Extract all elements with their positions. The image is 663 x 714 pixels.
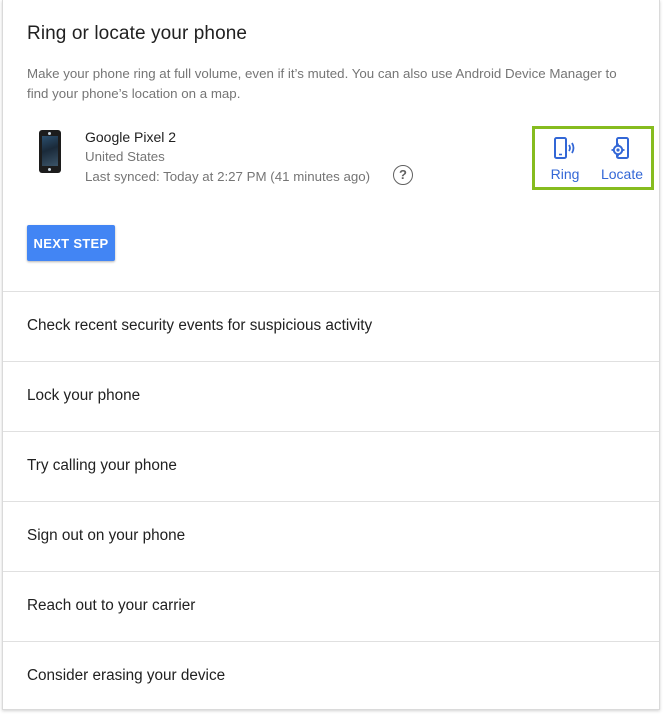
ring-label: Ring — [550, 166, 580, 182]
list-item-label: Reach out to your carrier — [27, 597, 196, 614]
list-item-label: Sign out on your phone — [27, 527, 186, 544]
locate-button[interactable]: Locate — [593, 129, 651, 187]
help-icon[interactable]: ? — [393, 165, 413, 185]
phone-ring-icon — [554, 137, 575, 159]
list-item-label: Lock your phone — [27, 387, 141, 404]
device-last-synced: Last synced: Today at 2:27 PM (41 minute… — [85, 169, 371, 184]
device-name: Google Pixel 2 — [85, 129, 177, 145]
list-item-carrier[interactable]: Reach out to your carrier — [3, 572, 659, 642]
list-item-lock-phone[interactable]: Lock your phone — [3, 362, 659, 432]
device-image — [39, 130, 61, 173]
list-item-call-phone[interactable]: Try calling your phone — [3, 432, 659, 502]
list-item-security-events[interactable]: Check recent security events for suspici… — [3, 292, 659, 362]
ring-locate-section: Ring or locate your phone Make your phon… — [3, 0, 659, 292]
section-title: Ring or locate your phone — [27, 23, 248, 44]
phone-locate-icon — [611, 137, 629, 159]
locate-label: Locate — [600, 166, 644, 182]
list-item-label: Consider erasing your device — [27, 667, 226, 684]
list-item-label: Check recent security events for suspici… — [27, 317, 373, 334]
device-country: United States — [85, 149, 165, 164]
list-item-erase-device[interactable]: Consider erasing your device — [3, 642, 659, 711]
section-description: Make your phone ring at full volume, eve… — [27, 66, 617, 101]
ring-locate-card: Ring or locate your phone Make your phon… — [2, 0, 660, 710]
list-item-sign-out[interactable]: Sign out on your phone — [3, 502, 659, 572]
next-step-button[interactable]: NEXT STEP — [27, 225, 115, 261]
device-actions-highlight: Ring Locate — [532, 126, 654, 190]
list-item-label: Try calling your phone — [27, 457, 177, 474]
ring-button[interactable]: Ring — [541, 129, 589, 187]
